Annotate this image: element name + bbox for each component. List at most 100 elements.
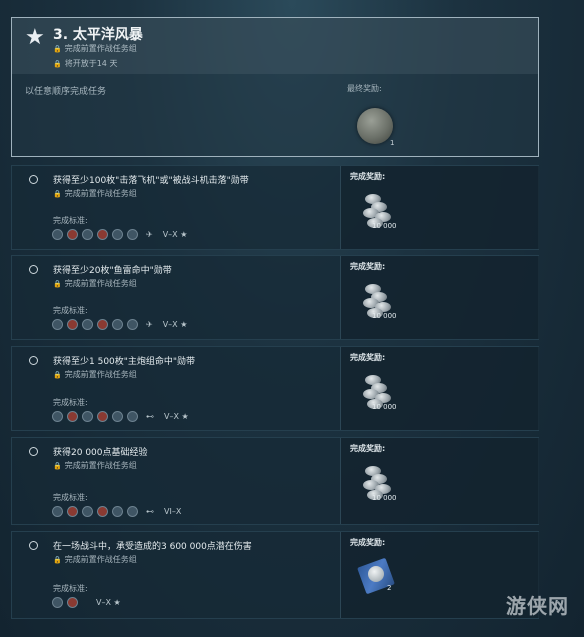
nation-icon xyxy=(67,319,78,330)
nation-icon xyxy=(127,411,138,422)
tier-range: V–X ★ xyxy=(162,230,188,239)
lock-icon: 🔒 xyxy=(53,462,62,470)
star-icon: ★ xyxy=(25,25,45,50)
mission-unlock: 🔒 将开放于14 天 xyxy=(53,58,117,69)
nation-icon xyxy=(112,319,123,330)
task-reward: 完成奖励: 10 000 xyxy=(340,347,539,430)
nation-icon xyxy=(67,506,78,517)
final-reward-label: 最终奖励: xyxy=(347,84,382,93)
nation-icons: ⊷ V–X ★ xyxy=(52,411,189,422)
nation-icon xyxy=(67,597,78,608)
task-title: 获得至少100枚"击落飞机"或"被战斗机击落"勋带 xyxy=(53,176,249,186)
tier-range: V–X ★ xyxy=(164,412,189,421)
nation-icons: ✈ V–X ★ xyxy=(52,229,187,240)
mission-title: 3. 太平洋风暴 xyxy=(53,27,143,43)
tier-range: VI–X xyxy=(164,507,182,516)
final-reward-medal-icon[interactable] xyxy=(357,108,393,144)
task-item-5[interactable]: 在一场战斗中，承受造成的3 600 000点潜在伤害 🔒 完成前置作战任务组 完成… xyxy=(11,531,539,619)
task-status-radio xyxy=(29,265,38,274)
reward-value: 10 000 xyxy=(372,494,397,502)
task-details: 获得至少100枚"击落飞机"或"被战斗机击落"勋带 🔒 完成前置作战任务组 完成标… xyxy=(12,166,340,249)
final-reward-count: 1 xyxy=(390,139,395,147)
nation-icon xyxy=(97,506,108,517)
nation-icon xyxy=(112,411,123,422)
criteria-label: 完成标准: xyxy=(53,306,88,315)
task-details: 获得至少1 500枚"主炮组命中"勋带 🔒 完成前置作战任务组 完成标准: ⊷ V… xyxy=(12,347,340,430)
nation-icon xyxy=(97,229,108,240)
task-details: 获得20 000点基础经验 🔒 完成前置作战任务组 完成标准: ⊷ VI–X xyxy=(12,438,340,524)
reward-label: 完成奖励: xyxy=(350,444,386,453)
mission-header[interactable]: ★ 3. 太平洋风暴 🔒 完成前置作战任务组 🔒 将开放于14 天 以任意顺序完成任… xyxy=(11,17,539,157)
task-item-2[interactable]: 获得至少20枚"鱼雷命中"勋带 🔒 完成前置作战任务组 完成标准: ✈ V–X ★… xyxy=(11,255,539,340)
reward-value: 10 000 xyxy=(372,312,397,320)
task-prereq-text: 完成前置作战任务组 xyxy=(64,370,137,379)
task-prereq: 🔒 完成前置作战任务组 xyxy=(53,554,137,565)
nation-icon xyxy=(67,229,78,240)
lock-icon: 🔒 xyxy=(53,280,62,288)
task-details: 获得至少20枚"鱼雷命中"勋带 🔒 完成前置作战任务组 完成标准: ✈ V–X ★ xyxy=(12,256,340,339)
nation-icon xyxy=(127,319,138,330)
task-prereq: 🔒 完成前置作战任务组 xyxy=(53,188,137,199)
nation-icons: ⊷ VI–X xyxy=(52,506,181,517)
task-reward: 完成奖励: 10 000 xyxy=(340,166,539,249)
mission-unlock-text: 将开放于14 天 xyxy=(64,59,118,68)
reward-label: 完成奖励: xyxy=(350,172,386,181)
task-prereq: 🔒 完成前置作战任务组 xyxy=(53,460,137,471)
lock-icon: 🔒 xyxy=(53,556,62,564)
task-status-radio xyxy=(29,175,38,184)
nation-icon xyxy=(82,319,93,330)
nation-icon xyxy=(82,229,93,240)
reward-value: 10 000 xyxy=(372,222,397,230)
nation-icon xyxy=(112,229,123,240)
tier-range: V–X ★ xyxy=(96,598,121,607)
nation-icon xyxy=(52,229,63,240)
criteria-label: 完成标准: xyxy=(53,493,88,502)
nation-icon xyxy=(52,411,63,422)
task-item-3[interactable]: 获得至少1 500枚"主炮组命中"勋带 🔒 完成前置作战任务组 完成标准: ⊷ V… xyxy=(11,346,539,431)
nation-icons: V–X ★ xyxy=(52,597,121,608)
task-title: 在一场战斗中，承受造成的3 600 000点潜在伤害 xyxy=(53,542,252,552)
task-reward: 完成奖励: 10 000 xyxy=(340,256,539,339)
criteria-label: 完成标准: xyxy=(53,584,88,593)
nation-icon xyxy=(52,506,63,517)
task-status-radio xyxy=(29,356,38,365)
ship-class-icon: ✈ xyxy=(146,320,153,329)
task-status-radio xyxy=(29,541,38,550)
nation-icon xyxy=(82,411,93,422)
task-prereq-text: 完成前置作战任务组 xyxy=(64,555,137,564)
criteria-label: 完成标准: xyxy=(53,398,88,407)
nation-icon xyxy=(97,411,108,422)
nation-icon xyxy=(67,411,78,422)
anchor-coin-icon xyxy=(368,566,384,582)
task-status-radio xyxy=(29,447,38,456)
reward-label: 完成奖励: xyxy=(350,538,386,547)
reward-label: 完成奖励: xyxy=(350,262,386,271)
lock-icon: 🔒 xyxy=(53,371,62,379)
task-title: 获得至少20枚"鱼雷命中"勋带 xyxy=(53,266,172,276)
ship-class-icon: ⊷ xyxy=(146,412,154,421)
lock-icon: 🔒 xyxy=(53,60,62,68)
nation-icon xyxy=(82,506,93,517)
mission-prereq: 🔒 完成前置作战任务组 xyxy=(53,43,137,54)
task-prereq-text: 完成前置作战任务组 xyxy=(64,279,137,288)
task-item-1[interactable]: 获得至少100枚"击落飞机"或"被战斗机击落"勋带 🔒 完成前置作战任务组 完成标… xyxy=(11,165,539,250)
nation-icon xyxy=(112,506,123,517)
watermark-logo: 游侠网 xyxy=(506,594,569,618)
lock-icon: 🔒 xyxy=(53,190,62,198)
task-reward: 完成奖励: 10 000 xyxy=(340,438,539,524)
criteria-label: 完成标准: xyxy=(53,216,88,225)
nation-icon xyxy=(52,319,63,330)
mission-description: 以任意顺序完成任务 xyxy=(25,87,107,97)
task-prereq-text: 完成前置作战任务组 xyxy=(64,189,137,198)
lock-icon: 🔒 xyxy=(53,45,62,53)
ship-class-icon: ⊷ xyxy=(146,507,154,516)
tier-range: V–X ★ xyxy=(162,320,188,329)
task-prereq: 🔒 完成前置作战任务组 xyxy=(53,278,137,289)
nation-icon xyxy=(52,597,63,608)
reward-value: 2 xyxy=(387,584,392,592)
reward-value: 10 000 xyxy=(372,403,397,411)
task-title: 获得至少1 500枚"主炮组命中"勋带 xyxy=(53,357,196,367)
task-prereq: 🔒 完成前置作战任务组 xyxy=(53,369,137,380)
mission-prereq-text: 完成前置作战任务组 xyxy=(64,44,137,53)
task-item-4[interactable]: 获得20 000点基础经验 🔒 完成前置作战任务组 完成标准: ⊷ VI–X 完成… xyxy=(11,437,539,525)
